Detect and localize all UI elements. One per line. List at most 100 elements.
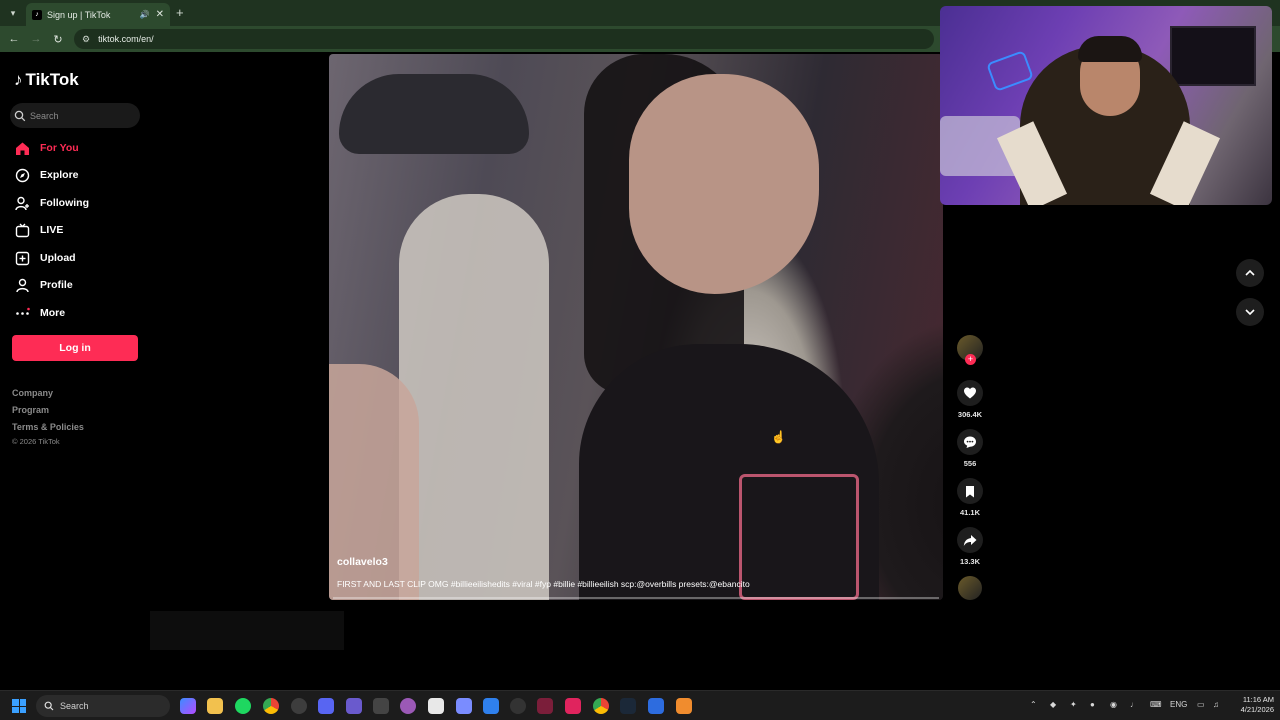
user-add-icon (14, 195, 30, 211)
forward-icon[interactable]: → (28, 31, 44, 47)
nav-upload[interactable]: Upload (14, 248, 76, 268)
copilot-icon[interactable] (180, 698, 196, 714)
save-count: 41.1K (959, 508, 980, 517)
browser-tab[interactable]: ♪ Sign up | TikTok 🔊 ✕ (26, 3, 170, 26)
tray-discord-icon[interactable]: ◉ (1110, 700, 1117, 709)
volume-icon[interactable]: ♫ (1213, 700, 1219, 709)
mouse-cursor-icon: ☝ (771, 430, 786, 444)
previous-video-button[interactable] (1236, 259, 1264, 287)
search-icon (44, 701, 54, 711)
chrome-active-icon[interactable] (593, 698, 609, 714)
new-tab-icon[interactable]: + (176, 5, 184, 20)
logo-text: TikTok (25, 70, 79, 89)
profile-icon (14, 277, 30, 293)
tiktok-favicon-icon: ♪ (32, 9, 42, 20)
steam-icon[interactable] (620, 698, 636, 714)
tray-app-icon[interactable]: ● (1090, 700, 1095, 709)
like-button[interactable]: 306.4K (955, 380, 985, 419)
more-dots-icon (14, 305, 30, 321)
nav-following[interactable]: Following (14, 193, 89, 213)
upload-plus-icon (14, 250, 30, 266)
footer-link-program[interactable]: Program (12, 405, 49, 415)
nav-label: Explore (40, 169, 79, 181)
bookmark-icon (957, 478, 983, 504)
share-button[interactable]: 13.3K (955, 527, 985, 566)
reload-icon[interactable]: ↻ (50, 31, 66, 47)
save-button[interactable]: 41.1K (955, 478, 985, 517)
valorant-icon[interactable] (537, 698, 553, 714)
chrome-icon[interactable] (263, 698, 279, 714)
webcam-neon-sign (986, 50, 1034, 92)
video-subject-face (629, 74, 819, 294)
share-count: 13.3K (959, 557, 980, 566)
taskbar-clock[interactable]: 11:16 AM 4/21/2026 (1228, 695, 1274, 715)
nav-label: More (40, 307, 66, 319)
controller-app-icon[interactable] (648, 698, 664, 714)
file-explorer-icon[interactable] (207, 698, 223, 714)
taskbar-search[interactable]: Search (36, 695, 170, 717)
nav-profile[interactable]: Profile (14, 275, 73, 295)
keyboard-icon[interactable]: ⌨ (1150, 700, 1162, 709)
comment-button[interactable]: 556 (955, 429, 985, 468)
nav-live[interactable]: LIVE (14, 220, 63, 240)
comment-count: 556 (963, 459, 977, 468)
store-icon[interactable] (428, 698, 444, 714)
keyboard-app-icon[interactable] (373, 698, 389, 714)
back-icon[interactable]: ← (6, 31, 22, 47)
creator-avatar[interactable]: + (957, 335, 983, 365)
live-tv-icon (14, 222, 30, 238)
copyright-text: © 2026 TikTok (12, 437, 60, 446)
taskbar-search-label: Search (60, 701, 89, 711)
comment-icon (957, 429, 983, 455)
site-settings-icon[interactable]: ⚙ (82, 34, 90, 45)
discord-icon[interactable] (318, 698, 334, 714)
tab-title: Sign up | TikTok (47, 9, 111, 20)
follow-plus-icon[interactable]: + (965, 354, 976, 365)
tiktok-logo[interactable]: ♪ TikTok (14, 70, 79, 90)
tray-app-icon[interactable]: ◆ (1050, 700, 1056, 709)
login-button[interactable]: Log in (12, 335, 138, 361)
share-arrow-icon (957, 527, 983, 553)
microphone-icon[interactable]: ♩ (1130, 700, 1138, 709)
tab-search-chevron-icon[interactable]: ▾ (4, 4, 22, 22)
music-disc-icon[interactable] (958, 576, 982, 600)
tray-chevron-icon[interactable]: ⌃ (1030, 700, 1037, 709)
spotify-icon[interactable] (235, 698, 251, 714)
red-a-app-icon[interactable] (565, 698, 581, 714)
orange-app-icon[interactable] (676, 698, 692, 714)
webcam-person-hair (1078, 36, 1142, 62)
nav-label: Following (40, 197, 89, 209)
video-player[interactable] (329, 54, 943, 600)
windows-taskbar: Search ⌃ ◆ ✦ ● ◉ ♩ ⌨ ENG ▭ ♫ 11:16 AM 4/… (0, 690, 1280, 720)
app-grid-icon[interactable] (346, 698, 362, 714)
next-video-button[interactable] (1236, 298, 1264, 326)
chevron-up-icon (1245, 269, 1255, 276)
network-icon[interactable]: ▭ (1197, 700, 1205, 709)
video-progress-bar[interactable] (333, 597, 939, 599)
webcam-tv (1170, 26, 1256, 86)
tray-app-icon[interactable]: ✦ (1070, 700, 1077, 709)
nav-label: LIVE (40, 224, 64, 236)
windows-start-icon[interactable] (12, 699, 26, 713)
empty-popup (150, 611, 344, 650)
heart-icon (957, 380, 983, 406)
nav-for-you[interactable]: For You (14, 138, 79, 158)
purple-app-icon[interactable] (400, 698, 416, 714)
blue-app-icon[interactable] (483, 698, 499, 714)
nav-explore[interactable]: Explore (14, 165, 79, 185)
speaker-icon[interactable]: 🔊 (140, 10, 150, 19)
video-username[interactable]: collavelo3 (337, 556, 388, 568)
footer-link-company[interactable]: Company (12, 388, 53, 398)
chevron-down-icon (1245, 309, 1255, 316)
footer-link-terms[interactable]: Terms & Policies (12, 422, 84, 432)
4k-app-icon[interactable] (510, 698, 526, 714)
obs-icon[interactable] (291, 698, 307, 714)
search-input[interactable]: Search (10, 103, 140, 128)
gamepad-icon[interactable] (456, 698, 472, 714)
language-indicator[interactable]: ENG (1170, 700, 1187, 709)
video-description[interactable]: FIRST AND LAST CLIP OMG #billieeilishedi… (337, 579, 750, 589)
close-tab-icon[interactable]: ✕ (156, 9, 164, 20)
nav-more[interactable]: More (14, 303, 65, 323)
compass-icon (14, 167, 30, 183)
address-bar[interactable]: ⚙ tiktok.com/en/ (74, 29, 934, 49)
